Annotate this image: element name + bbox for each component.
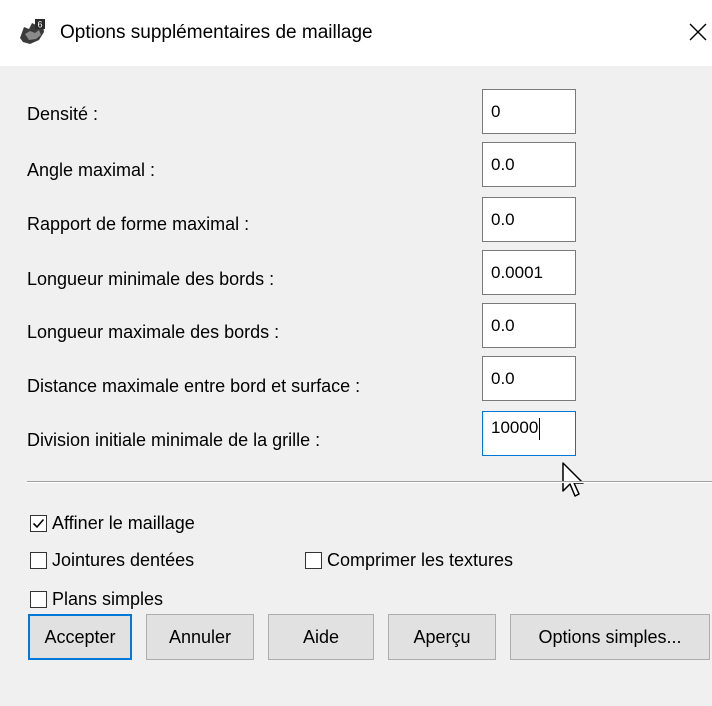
- checkbox-box: [305, 551, 322, 569]
- checkmark-icon: [32, 518, 45, 528]
- refine-mesh-checkbox[interactable]: Affiner le maillage: [30, 511, 195, 535]
- rhino-app-icon: 6: [18, 18, 46, 46]
- grid-quads-value: 10000: [491, 418, 539, 437]
- max-edge-length-label: Longueur maximale des bords :: [27, 322, 280, 342]
- max-aspect-ratio-label: Rapport de forme maximal :: [27, 214, 250, 234]
- checkbox-box: [30, 551, 47, 569]
- close-icon: [689, 23, 707, 41]
- simple-options-button[interactable]: Options simples...: [510, 614, 710, 660]
- density-input[interactable]: [482, 89, 576, 134]
- cancel-button[interactable]: Annuler: [146, 614, 254, 660]
- min-edge-length-input[interactable]: [482, 250, 576, 295]
- jagged-seams-checkbox[interactable]: Jointures dentées: [30, 548, 194, 572]
- density-label: Densité :: [27, 104, 99, 124]
- max-distance-edge-surface-input[interactable]: [482, 356, 576, 401]
- refine-mesh-label: Affiner le maillage: [52, 513, 195, 533]
- max-aspect-ratio-input[interactable]: [482, 197, 576, 242]
- min-initial-grid-quads-label: Division initiale minimale de la grille …: [27, 430, 321, 450]
- window-title: Options supplémentaires de maillage: [60, 22, 373, 43]
- simple-planes-checkbox[interactable]: Plans simples: [30, 587, 163, 611]
- checkbox-box: [30, 514, 47, 532]
- min-initial-grid-quads-input[interactable]: 10000: [482, 411, 576, 456]
- accept-button[interactable]: Accepter: [28, 614, 132, 660]
- svg-text:6: 6: [37, 20, 42, 30]
- max-angle-label: Angle maximal :: [27, 160, 156, 180]
- max-distance-edge-surface-label: Distance maximale entre bord et surface …: [27, 376, 361, 396]
- help-button[interactable]: Aide: [268, 614, 374, 660]
- max-angle-input[interactable]: [482, 142, 576, 187]
- section-divider: [27, 481, 712, 483]
- jagged-seams-label: Jointures dentées: [52, 550, 195, 570]
- checkbox-box: [30, 590, 47, 608]
- pack-textures-label: Comprimer les textures: [327, 550, 514, 570]
- preview-button[interactable]: Aperçu: [388, 614, 496, 660]
- title-bar: 6 Options supplémentaires de maillage: [0, 0, 712, 66]
- simple-planes-label: Plans simples: [52, 589, 164, 609]
- close-button[interactable]: [684, 10, 712, 54]
- text-caret: [539, 417, 541, 440]
- pack-textures-checkbox[interactable]: Comprimer les textures: [305, 548, 513, 572]
- min-edge-length-label: Longueur minimale des bords :: [27, 269, 275, 289]
- max-edge-length-input[interactable]: [482, 303, 576, 348]
